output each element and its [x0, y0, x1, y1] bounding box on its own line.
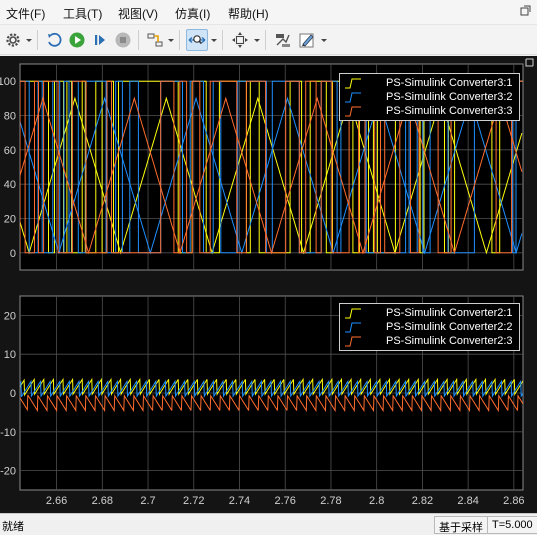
gear-icon — [6, 33, 20, 47]
x-tick-label: 2.78 — [320, 495, 341, 507]
y-tick-label: 0 — [10, 248, 16, 260]
legend-label: PS-Simulink Converter2:3 — [386, 335, 513, 347]
y-tick-label: 100 — [0, 76, 16, 88]
x-tick-label: 2.68 — [92, 495, 113, 507]
zoom-x-button[interactable] — [186, 29, 208, 51]
legend-swatch-icon — [345, 322, 361, 333]
menu-bar: 文件(F) 工具(T) 视图(V) 仿真(I) 帮助(H) — [0, 0, 537, 24]
y-tick-label: -10 — [0, 427, 16, 439]
x-tick-label: 2.74 — [229, 495, 250, 507]
legend-entry: PS-Simulink Converter2:3 — [344, 334, 513, 348]
legend-bottom[interactable]: PS-Simulink Converter2:1 PS-Simulink Con… — [339, 303, 520, 351]
menu-view[interactable]: 视图(V) — [118, 5, 158, 22]
stop-button[interactable] — [112, 29, 134, 51]
sample-mode-badge: 基于采样 — [434, 516, 488, 534]
fit-icon — [232, 32, 248, 48]
y-tick-label: -20 — [0, 466, 16, 478]
legend-entry: PS-Simulink Converter2:1 — [344, 306, 513, 320]
legend-entry: PS-Simulink Converter3:3 — [344, 104, 513, 118]
write-data-icon — [276, 34, 290, 47]
legend-swatch-icon — [345, 92, 361, 103]
menu-simulation[interactable]: 仿真(I) — [175, 5, 210, 22]
legend-swatch-icon — [345, 78, 361, 89]
legend-label: PS-Simulink Converter3:2 — [386, 91, 513, 103]
run-icon — [69, 32, 85, 48]
chevron-down-icon[interactable] — [253, 35, 261, 45]
settings-button[interactable] — [2, 29, 24, 51]
x-tick-label: 2.8 — [369, 495, 384, 507]
write-data-button[interactable] — [272, 29, 294, 51]
y-tick-label: 60 — [4, 145, 16, 157]
chevron-down-icon[interactable] — [25, 35, 33, 45]
x-tick-label: 2.76 — [275, 495, 296, 507]
x-tick-label: 2.86 — [503, 495, 524, 507]
step-back-icon — [48, 32, 62, 47]
y-tick-label: 80 — [4, 111, 16, 123]
expand-icon[interactable] — [525, 58, 534, 67]
menu-tools[interactable]: 工具(T) — [63, 5, 102, 22]
x-tick-label: 2.84 — [457, 495, 478, 507]
legend-label: PS-Simulink Converter2:2 — [386, 321, 513, 333]
separator — [138, 30, 139, 50]
x-tick-label: 2.72 — [183, 495, 204, 507]
status-bar: 就绪 基于采样 T=5.000 — [0, 513, 537, 535]
scope-display: 0 20 40 60 80 100 -20 -10 0 10 20 2.66 2.68 2.7 2.72 2.… — [0, 56, 537, 513]
style-button[interactable] — [296, 29, 318, 51]
separator — [37, 30, 38, 50]
legend-swatch-icon — [345, 308, 361, 319]
step-forward-icon — [95, 35, 105, 45]
zoom-x-icon — [188, 35, 206, 45]
separator — [265, 30, 266, 50]
undock-icon[interactable] — [520, 5, 531, 16]
y-tick-label: 0 — [10, 388, 16, 400]
style-icon — [299, 33, 314, 48]
chevron-down-icon[interactable] — [167, 35, 175, 45]
toolbar — [0, 24, 537, 55]
y-tick-label: 40 — [4, 179, 16, 191]
fit-button[interactable] — [229, 29, 251, 51]
separator — [222, 30, 223, 50]
sim-time-readout: T=5.000 — [487, 516, 537, 534]
highlight-button[interactable] — [144, 29, 166, 51]
legend-swatch-icon — [345, 336, 361, 347]
y-tick-label: 20 — [4, 310, 16, 322]
step-forward-button[interactable] — [89, 29, 111, 51]
legend-label: PS-Simulink Converter3:1 — [386, 77, 513, 89]
scope-plots[interactable]: 0 20 40 60 80 100 -20 -10 0 10 20 2.66 2.68 2.7 2.72 2.… — [0, 56, 537, 513]
x-tick-label: 2.82 — [412, 495, 433, 507]
run-button[interactable] — [66, 29, 88, 51]
chevron-down-icon[interactable] — [320, 35, 328, 45]
chevron-down-icon[interactable] — [210, 35, 218, 45]
menu-file[interactable]: 文件(F) — [6, 5, 45, 22]
highlight-icon — [147, 33, 163, 47]
separator — [179, 30, 180, 50]
legend-entry: PS-Simulink Converter3:2 — [344, 90, 513, 104]
status-text: 就绪 — [2, 521, 24, 533]
menu-help[interactable]: 帮助(H) — [228, 5, 269, 22]
x-tick-label: 2.66 — [46, 495, 67, 507]
legend-top[interactable]: PS-Simulink Converter3:1 PS-Simulink Con… — [339, 73, 520, 121]
stop-icon — [115, 32, 131, 48]
legend-label: PS-Simulink Converter2:1 — [386, 307, 513, 319]
legend-swatch-icon — [345, 106, 361, 117]
legend-entry: PS-Simulink Converter3:1 — [344, 76, 513, 90]
legend-entry: PS-Simulink Converter2:2 — [344, 320, 513, 334]
y-tick-label: 10 — [4, 349, 16, 361]
step-back-button[interactable] — [43, 29, 65, 51]
legend-label: PS-Simulink Converter3:3 — [386, 105, 513, 117]
y-tick-label: 20 — [4, 214, 16, 226]
x-tick-label: 2.7 — [140, 495, 155, 507]
